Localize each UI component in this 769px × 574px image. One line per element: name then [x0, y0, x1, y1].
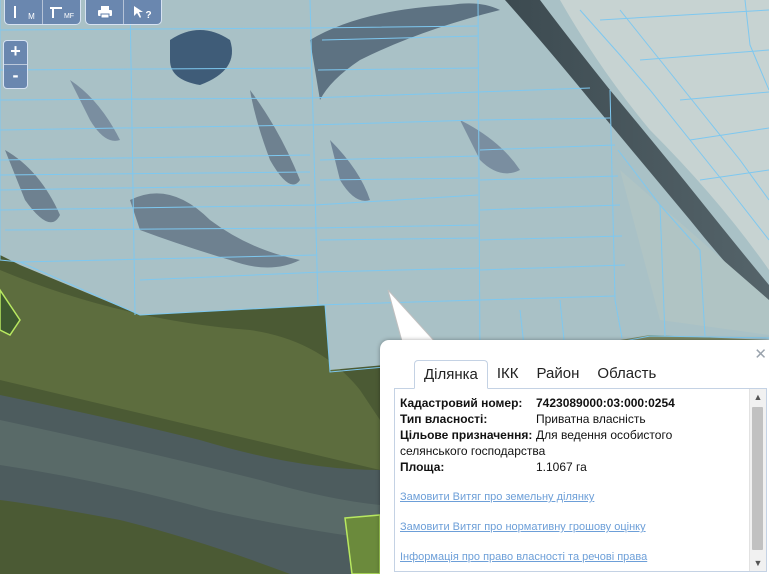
zoom-control: + - — [3, 40, 28, 89]
map-toolbar: M MF ? — [4, 0, 162, 25]
ownership-label: Тип власності: — [400, 412, 488, 426]
tab-ikk[interactable]: ІКК — [488, 360, 528, 389]
tab-district[interactable]: Район — [528, 360, 589, 389]
printer-icon — [97, 6, 112, 19]
ownership-info-link[interactable]: Інформація про право власності та речові… — [400, 549, 745, 565]
purpose-value-continued: селянського господарства — [400, 444, 546, 458]
ownership-row: Тип власності: Приватна власність — [400, 411, 745, 427]
measure-tools: M MF — [4, 0, 81, 25]
measure-length-button[interactable]: M — [5, 0, 43, 24]
pointer-icon — [134, 6, 144, 18]
area-value: 1.1067 га — [536, 460, 587, 474]
purpose-row: Цільове призначення: Для ведення особист… — [400, 427, 745, 443]
utility-tools: ? — [85, 0, 162, 25]
zoom-in-button[interactable]: + — [4, 41, 27, 64]
parcel-info-popup: ✕ Ділянка ІКК Район Область Кадастровий … — [380, 340, 769, 574]
print-button[interactable] — [86, 0, 124, 24]
popup-tabs: Ділянка ІКК Район Область — [414, 360, 665, 389]
measure-area-button[interactable]: MF — [43, 0, 80, 24]
identify-button[interactable]: ? — [124, 0, 161, 24]
scroll-up-icon[interactable]: ▲ — [750, 389, 766, 405]
order-valuation-extract-link[interactable]: Замовити Витяг про нормативну грошову оц… — [400, 519, 745, 535]
zoom-out-button[interactable]: - — [4, 64, 27, 88]
parcel-details: Кадастровий номер: 7423089000:03:000:025… — [400, 395, 745, 565]
ownership-value: Приватна власність — [536, 412, 646, 426]
order-parcel-extract-link[interactable]: Замовити Витяг про земельну ділянку — [400, 489, 745, 505]
scroll-thumb[interactable] — [752, 407, 763, 550]
tab-region[interactable]: Область — [588, 360, 665, 389]
cadastral-value: 7423089000:03:000:0254 — [536, 396, 675, 410]
tab-panel: Кадастровий номер: 7423089000:03:000:025… — [394, 388, 767, 572]
purpose-value: Для ведення особистого — [536, 428, 673, 442]
close-icon[interactable]: ✕ — [754, 345, 767, 363]
purpose-label: Цільове призначення: — [400, 428, 533, 442]
panel-scrollbar[interactable]: ▲ ▼ — [749, 389, 766, 571]
cadastral-label: Кадастровий номер: — [400, 396, 523, 410]
scroll-down-icon[interactable]: ▼ — [750, 555, 766, 571]
area-row: Площа: 1.1067 га — [400, 459, 745, 475]
cadastral-row: Кадастровий номер: 7423089000:03:000:025… — [400, 395, 745, 411]
tab-parcel[interactable]: Ділянка — [414, 360, 488, 389]
area-label: Площа: — [400, 460, 445, 474]
area-ruler-icon — [49, 7, 62, 18]
ruler-icon — [14, 6, 17, 18]
